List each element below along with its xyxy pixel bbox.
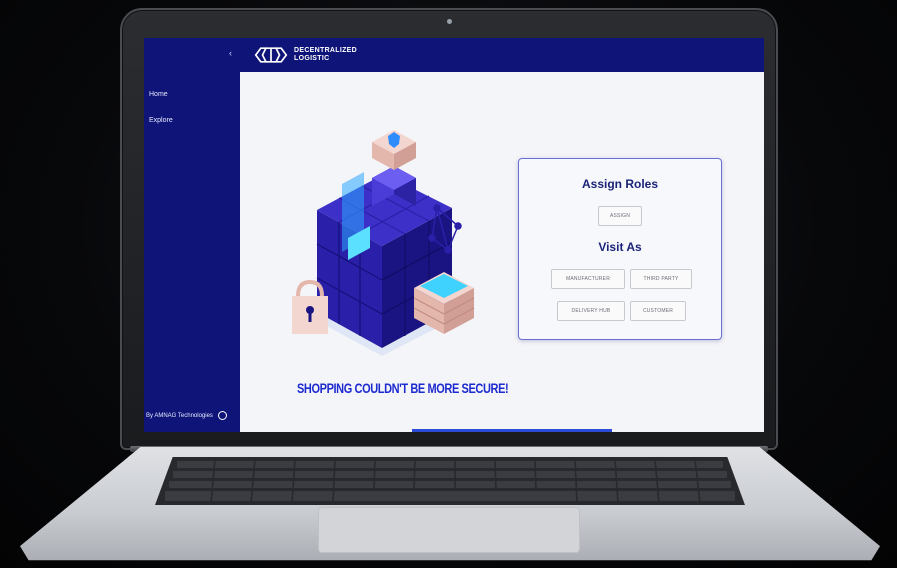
delivery-hub-button[interactable]: DELIVERY HUB <box>557 301 625 321</box>
customer-button[interactable]: CUSTOMER <box>630 301 686 321</box>
sidebar: ‹ Home Explore By AMNAG Technologies <box>144 38 240 432</box>
brand-logo-icon[interactable] <box>254 44 288 66</box>
manufacturer-button[interactable]: MANUFACTURER <box>551 269 625 289</box>
laptop-keyboard <box>155 457 745 505</box>
brand-name: DECENTRALIZED LOGISTIC <box>294 47 357 63</box>
assign-roles-heading: Assign Roles <box>581 177 659 191</box>
webcam-dot <box>447 19 452 24</box>
brand-line-1: DECENTRALIZED <box>294 47 358 54</box>
sidebar-item-home[interactable]: Home <box>149 91 168 98</box>
roles-card: Assign Roles ASSIGN Visit As MANUFACTURE… <box>518 158 722 340</box>
keyboard-keys-icon <box>165 458 735 504</box>
footer-credit-text: By AMNAG Technologies <box>146 412 213 419</box>
laptop-trackpad <box>318 507 580 553</box>
secure-blocks-illustration <box>292 130 475 356</box>
third-party-button[interactable]: THIRD PARTY <box>630 269 692 289</box>
visit-as-heading: Visit As <box>598 240 642 254</box>
top-header: DECENTRALIZED LOGISTIC <box>240 38 764 72</box>
collapse-sidebar-icon[interactable]: ‹ <box>229 48 232 58</box>
laptop-lid: ‹ Home Explore By AMNAG Technologies DEC… <box>120 8 778 450</box>
screen-bottom-accent <box>412 429 612 432</box>
assign-button[interactable]: ASSIGN <box>598 206 642 226</box>
github-icon[interactable] <box>217 411 227 420</box>
sidebar-item-explore[interactable]: Explore <box>149 117 173 124</box>
sidebar-footer: By AMNAG Technologies <box>146 411 227 420</box>
hero-tagline: SHOPPING COULDN'T BE MORE SECURE! <box>297 381 509 397</box>
brand-line-2: LOGISTIC <box>294 55 330 62</box>
app-screen: ‹ Home Explore By AMNAG Technologies DEC… <box>144 38 764 432</box>
